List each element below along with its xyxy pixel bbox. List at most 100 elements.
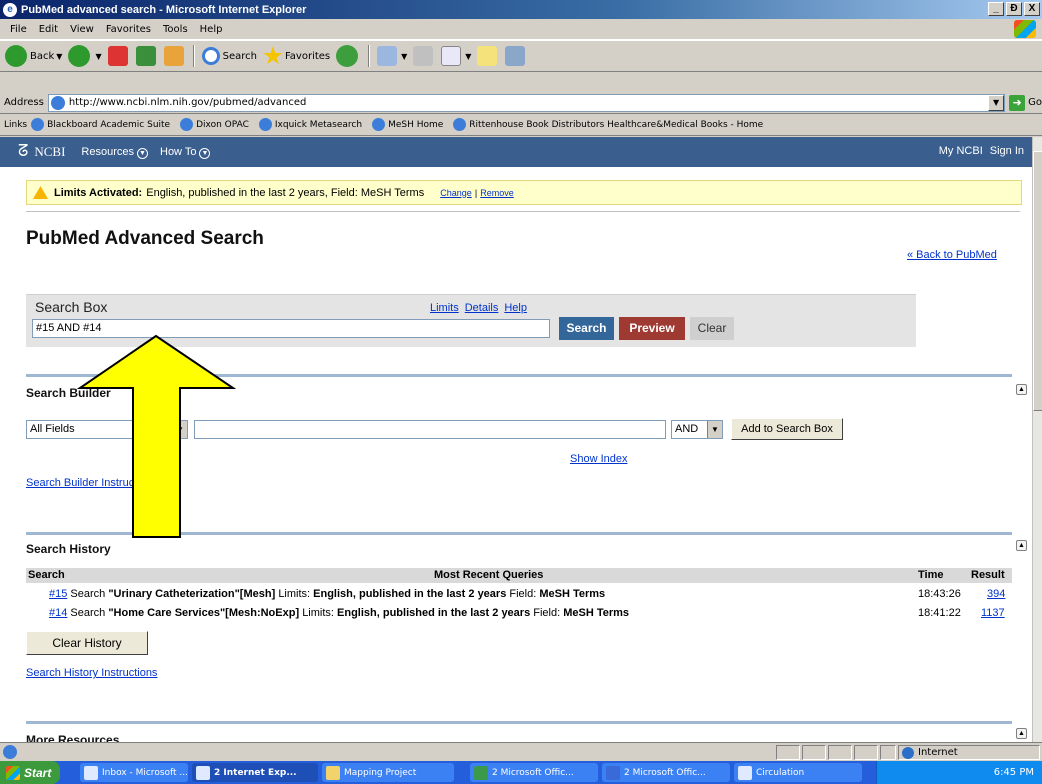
favorites-button[interactable]: Favorites	[260, 42, 333, 70]
preview-button[interactable]: Preview	[619, 317, 685, 340]
scrollbar-thumb[interactable]	[1033, 151, 1042, 411]
remove-limits-link[interactable]: Remove	[480, 188, 514, 198]
link-mesh-home[interactable]: MeSH Home	[372, 118, 443, 131]
internet-explorer-icon	[196, 765, 210, 780]
history-table-header: Search Most Recent Queries Time Result	[26, 568, 1012, 583]
my-ncbi-link[interactable]: My NCBI	[939, 145, 983, 157]
operator-select[interactable]: AND ▼	[671, 420, 723, 439]
ncbi-logo[interactable]: ᘔ NCBI	[18, 143, 65, 161]
back-button[interactable]: Back ▼	[2, 42, 65, 70]
limits-text: English, published in the last 2 years, …	[146, 186, 425, 199]
section-divider	[26, 532, 1012, 535]
help-link[interactable]: Help	[504, 302, 527, 314]
start-button[interactable]: Start	[0, 761, 60, 784]
change-limits-link[interactable]: Change	[440, 188, 472, 198]
address-input[interactable]: http://www.ncbi.nlm.nih.gov/pubmed/advan…	[47, 93, 1006, 112]
task-office-word[interactable]: 2 Microsoft Offic...	[602, 763, 730, 782]
go-button[interactable]: ➜ Go	[1009, 94, 1042, 111]
col-result: Result	[971, 569, 1005, 581]
page-icon	[50, 95, 65, 110]
menu-view[interactable]: View	[64, 24, 100, 35]
search-box-input[interactable]: #15 AND #14	[32, 319, 550, 338]
page-icon	[453, 118, 467, 131]
outlook-icon	[84, 765, 98, 780]
stop-button[interactable]	[105, 42, 133, 70]
link-ixquick[interactable]: Ixquick Metasearch	[258, 118, 362, 131]
vertical-scrollbar[interactable]	[1032, 137, 1042, 742]
table-row: #14 Search "Home Care Services"[Mesh:NoE…	[49, 607, 1005, 619]
address-label: Address	[4, 97, 44, 108]
task-office-excel[interactable]: 2 Microsoft Offic...	[470, 763, 598, 782]
history-id-link[interactable]: #14	[49, 607, 67, 619]
history-id-link[interactable]: #15	[49, 588, 67, 600]
mail-icon	[377, 46, 398, 66]
history-result-link[interactable]: 1137	[981, 607, 1005, 619]
task-circulation[interactable]: Circulation	[734, 763, 862, 782]
close-button[interactable]: X	[1024, 2, 1040, 16]
divider	[26, 211, 1020, 212]
search-button[interactable]: Search	[199, 42, 260, 70]
history-button[interactable]	[333, 42, 364, 70]
search-history-instructions-link[interactable]: Search History Instructions	[26, 667, 157, 679]
window-title: PubMed advanced search - Microsoft Inter…	[21, 3, 307, 16]
discuss-button[interactable]	[474, 42, 502, 70]
restore-button[interactable]: Ɖ	[1006, 2, 1022, 16]
folder-icon	[326, 765, 340, 780]
limits-link[interactable]: Limits	[430, 302, 459, 314]
address-dropdown-button[interactable]: ▼	[988, 94, 1005, 111]
link-blackboard[interactable]: Blackboard Academic Suite	[31, 118, 170, 131]
back-to-pubmed-link[interactable]: « Back to PubMed	[907, 249, 997, 261]
minimize-button[interactable]: _	[988, 2, 1004, 16]
search-box-panel: Search Box Limits Details Help #15 AND #…	[26, 294, 916, 347]
clear-button[interactable]: Clear	[690, 317, 734, 340]
task-internet-explorer[interactable]: 2 Internet Exp...	[192, 763, 318, 782]
task-inbox[interactable]: Inbox - Microsoft ...	[80, 763, 188, 782]
menu-tools[interactable]: Tools	[157, 24, 194, 35]
search-builder-instructions-link[interactable]: Search Builder Instructions	[26, 477, 157, 489]
menu-file[interactable]: File	[4, 24, 33, 35]
search-history-title: Search History	[26, 542, 111, 556]
forward-arrow-icon	[68, 45, 91, 67]
clear-history-button[interactable]: Clear History	[26, 631, 148, 655]
mail-button[interactable]: ▼	[374, 42, 410, 70]
menu-help[interactable]: Help	[194, 24, 229, 35]
details-link[interactable]: Details	[465, 302, 499, 314]
link-rittenhouse[interactable]: Rittenhouse Book Distributors Healthcare…	[453, 118, 763, 131]
menu-edit[interactable]: Edit	[33, 24, 64, 35]
field-select[interactable]: All Fields ▼	[26, 420, 188, 439]
howto-menu[interactable]: How To ▼	[160, 146, 211, 159]
task-mapping-project[interactable]: Mapping Project	[322, 763, 454, 782]
address-bar: Address http://www.ncbi.nlm.nih.gov/pubm…	[0, 92, 1042, 114]
system-tray: 6:45 PM	[876, 761, 1042, 784]
resources-menu[interactable]: Resources ▼	[81, 146, 148, 159]
edit-button[interactable]: ▼	[438, 42, 474, 70]
word-edit-icon	[441, 46, 462, 66]
refresh-button[interactable]	[133, 42, 161, 70]
history-result-link[interactable]: 394	[987, 588, 1005, 600]
more-resources-title: More Resources	[26, 733, 120, 742]
links-bar: Links Blackboard Academic Suite Dixon OP…	[0, 114, 1042, 136]
link-dixon-opac[interactable]: Dixon OPAC	[180, 118, 249, 131]
menu-favorites[interactable]: Favorites	[100, 24, 157, 35]
refresh-icon	[135, 46, 156, 66]
collapse-icon[interactable]: ▲	[1016, 728, 1027, 739]
home-button[interactable]	[161, 42, 189, 70]
search-builder-title: Search Builder	[26, 386, 111, 400]
page-icon	[372, 118, 386, 131]
collapse-icon[interactable]: ▲	[1016, 384, 1027, 395]
table-row: #15 Search "Urinary Catheterization"[Mes…	[49, 588, 1006, 600]
windows-logo-icon	[1014, 20, 1036, 38]
go-arrow-icon: ➜	[1009, 94, 1026, 111]
chevron-down-icon: ▼	[137, 147, 148, 159]
limits-label: Limits Activated:	[54, 186, 143, 199]
search-button[interactable]: Search	[559, 317, 614, 340]
research-button[interactable]	[502, 42, 530, 70]
print-button[interactable]	[410, 42, 438, 70]
forward-button[interactable]: ▼	[65, 42, 104, 70]
show-index-link[interactable]: Show Index	[570, 453, 627, 465]
add-to-search-box-button[interactable]: Add to Search Box	[731, 418, 843, 440]
search-term-input[interactable]	[194, 420, 666, 439]
internet-explorer-icon: e	[3, 2, 17, 17]
collapse-icon[interactable]: ▲	[1016, 540, 1027, 551]
sign-in-link[interactable]: Sign In	[990, 145, 1024, 157]
